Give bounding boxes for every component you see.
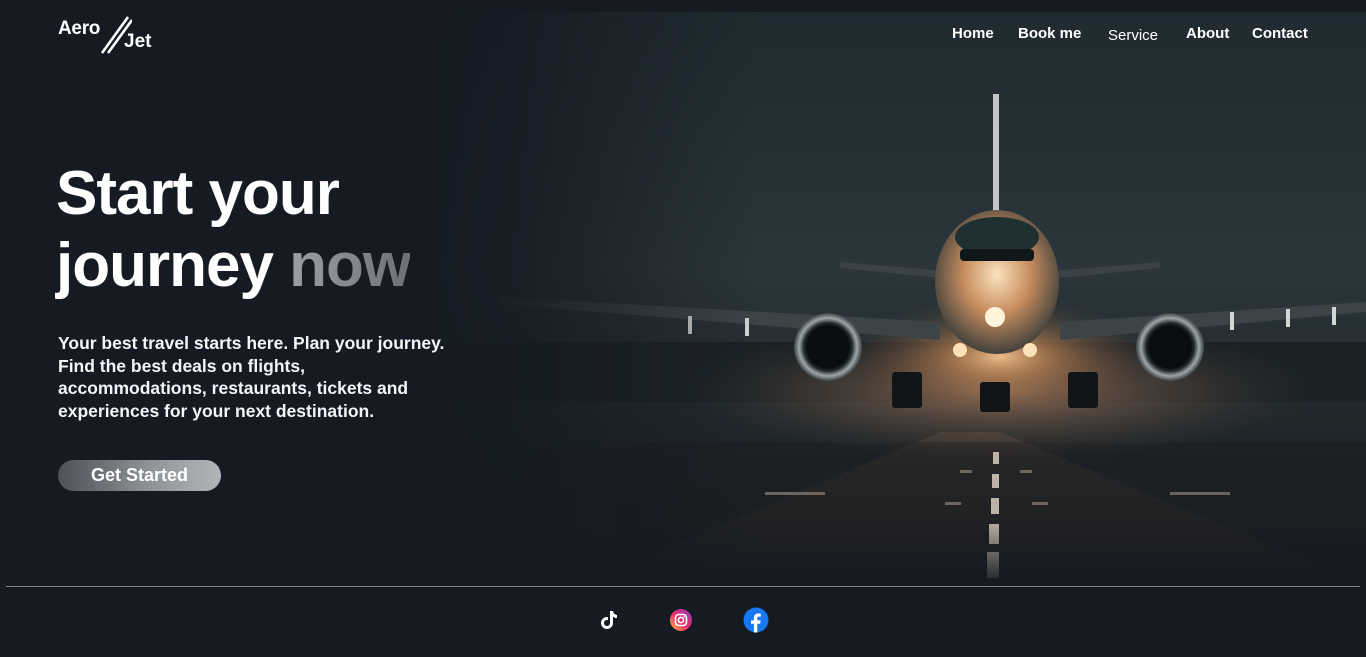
tiktok-link[interactable] — [594, 606, 622, 634]
headline-word-journey: journey — [56, 231, 274, 300]
landing-page: Aero Jet Home Book me Service About Cont… — [0, 0, 1366, 657]
tiktok-icon — [601, 611, 617, 629]
facebook-link[interactable] — [742, 606, 770, 634]
nav-book-me[interactable]: Book me — [1018, 25, 1081, 42]
nav-home[interactable]: Home — [952, 25, 994, 42]
get-started-button[interactable]: Get Started — [58, 460, 221, 491]
facebook-icon — [743, 607, 769, 633]
hero-description: Your best travel starts here. Plan your … — [58, 333, 445, 421]
nav-about[interactable]: About — [1186, 25, 1229, 42]
logo-text-jet: Jet — [124, 31, 152, 52]
headline-word-now: now — [289, 231, 411, 300]
brand-logo[interactable]: Aero Jet — [58, 14, 158, 56]
main-nav: Home Book me Service About Contact — [946, 24, 1326, 46]
hero-airplane-image — [440, 12, 1366, 585]
social-links — [0, 606, 1366, 638]
instagram-link[interactable] — [667, 606, 695, 634]
logo-text-aero: Aero — [58, 18, 101, 39]
headline-line-1: Start your — [56, 159, 340, 228]
instagram-icon — [670, 609, 692, 631]
footer-divider — [6, 586, 1360, 587]
nav-contact[interactable]: Contact — [1252, 25, 1308, 42]
nav-service[interactable]: Service — [1108, 27, 1158, 44]
hero-headline: Start your journey now — [56, 158, 526, 302]
